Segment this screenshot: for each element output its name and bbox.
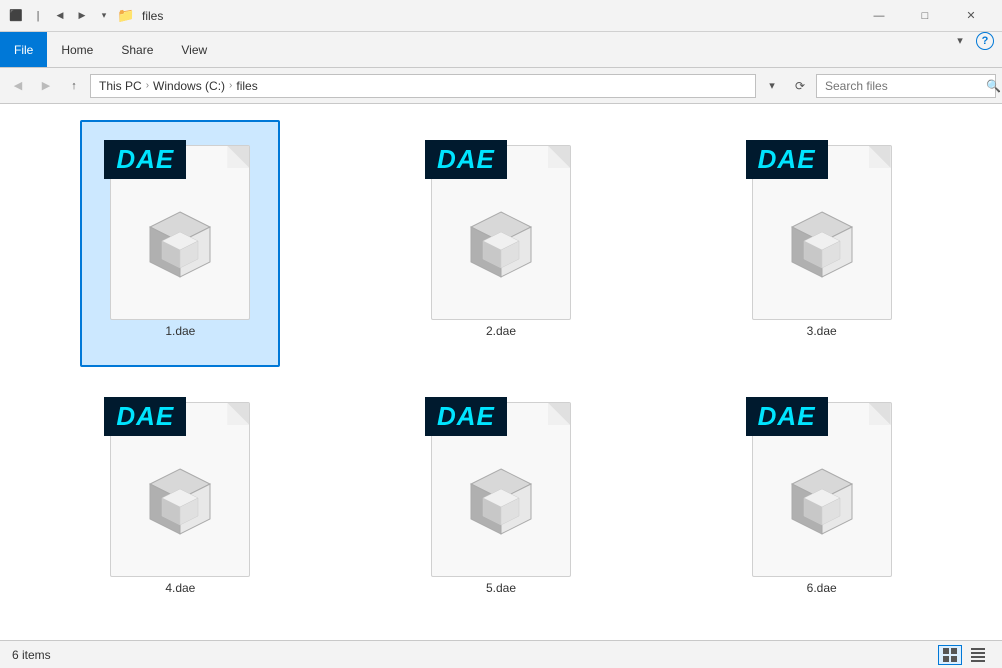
breadcrumb-sep1: › bbox=[146, 80, 149, 91]
breadcrumb-thispc[interactable]: This PC bbox=[99, 79, 142, 93]
dropdown-quick-icon: ▾ bbox=[96, 8, 112, 24]
titlebar: ⬛ | ◀ ▶ ▾ 📁 files — □ ✕ bbox=[0, 0, 1002, 32]
cube-icon bbox=[130, 459, 230, 559]
file-name: 1.dae bbox=[165, 324, 195, 338]
back-button[interactable]: ◀ bbox=[6, 74, 30, 98]
breadcrumb-folder[interactable]: files bbox=[236, 79, 257, 93]
dae-label: DAE bbox=[425, 140, 507, 179]
ribbon-collapse-icon[interactable]: ▾ bbox=[952, 32, 968, 48]
cube-icon bbox=[772, 202, 872, 302]
search-bar[interactable]: 🔍 bbox=[816, 74, 996, 98]
back-quick-icon: ◀ bbox=[52, 8, 68, 24]
dae-label: DAE bbox=[104, 140, 186, 179]
file-icon-wrapper: DAE bbox=[421, 130, 581, 320]
tab-file[interactable]: File bbox=[0, 32, 47, 67]
window-title: files bbox=[142, 9, 856, 23]
file-name: 4.dae bbox=[165, 581, 195, 595]
quick-access-icon: ⬛ bbox=[8, 8, 24, 24]
up-button[interactable]: ↑ bbox=[62, 74, 86, 98]
ribbon: File Home Share View ▾ ? bbox=[0, 32, 1002, 68]
view-controls bbox=[938, 645, 990, 665]
large-icons-view-button[interactable] bbox=[938, 645, 962, 665]
file-icon-wrapper: DAE bbox=[742, 387, 902, 577]
expand-address-button[interactable]: ▾ bbox=[760, 74, 784, 98]
cube-icon bbox=[451, 459, 551, 559]
file-icon-wrapper: DAE bbox=[100, 387, 260, 577]
tab-view[interactable]: View bbox=[167, 32, 221, 67]
statusbar: 6 items bbox=[0, 640, 1002, 668]
addressbar: ◀ ▶ ↑ This PC › Windows (C:) › files ▾ ⟳… bbox=[0, 68, 1002, 104]
dae-label: DAE bbox=[425, 397, 507, 436]
help-icon[interactable]: ? bbox=[976, 32, 994, 50]
breadcrumb-drive[interactable]: Windows (C:) bbox=[153, 79, 225, 93]
file-icon-wrapper: DAE bbox=[421, 387, 581, 577]
file-item[interactable]: DAE 1.dae bbox=[80, 120, 280, 367]
cube-icon bbox=[130, 202, 230, 302]
item-count: 6 items bbox=[12, 648, 51, 662]
divider: | bbox=[30, 8, 46, 24]
titlebar-icons: ⬛ | ◀ ▶ ▾ 📁 bbox=[8, 8, 134, 24]
file-icon-wrapper: DAE bbox=[742, 130, 902, 320]
tab-share[interactable]: Share bbox=[107, 32, 167, 67]
dae-label: DAE bbox=[104, 397, 186, 436]
breadcrumb-sep2: › bbox=[229, 80, 232, 91]
breadcrumb[interactable]: This PC › Windows (C:) › files bbox=[90, 74, 756, 98]
close-button[interactable]: ✕ bbox=[948, 0, 994, 32]
tab-home[interactable]: Home bbox=[47, 32, 107, 67]
file-item[interactable]: DAE 5.dae bbox=[401, 377, 601, 624]
file-name: 2.dae bbox=[486, 324, 516, 338]
search-icon: 🔍 bbox=[986, 79, 1001, 93]
cube-icon bbox=[451, 202, 551, 302]
file-item[interactable]: DAE 4.dae bbox=[80, 377, 280, 624]
window-controls: — □ ✕ bbox=[856, 0, 994, 32]
file-item[interactable]: DAE 3.dae bbox=[722, 120, 922, 367]
file-icon-wrapper: DAE bbox=[100, 130, 260, 320]
file-name: 6.dae bbox=[807, 581, 837, 595]
file-name: 5.dae bbox=[486, 581, 516, 595]
cube-icon bbox=[772, 459, 872, 559]
file-name: 3.dae bbox=[807, 324, 837, 338]
forward-button[interactable]: ▶ bbox=[34, 74, 58, 98]
file-item[interactable]: DAE 6.dae bbox=[722, 377, 922, 624]
refresh-button[interactable]: ⟳ bbox=[788, 74, 812, 98]
minimize-button[interactable]: — bbox=[856, 0, 902, 32]
folder-icon: 📁 bbox=[118, 8, 134, 24]
maximize-button[interactable]: □ bbox=[902, 0, 948, 32]
forward-quick-icon: ▶ bbox=[74, 8, 90, 24]
search-input[interactable] bbox=[825, 79, 980, 93]
content-area: DAE 1.dae DAE bbox=[0, 104, 1002, 640]
file-grid: DAE 1.dae DAE bbox=[0, 104, 1002, 640]
dae-label: DAE bbox=[746, 397, 828, 436]
dae-label: DAE bbox=[746, 140, 828, 179]
file-item[interactable]: DAE 2.dae bbox=[401, 120, 601, 367]
details-view-button[interactable] bbox=[966, 645, 990, 665]
